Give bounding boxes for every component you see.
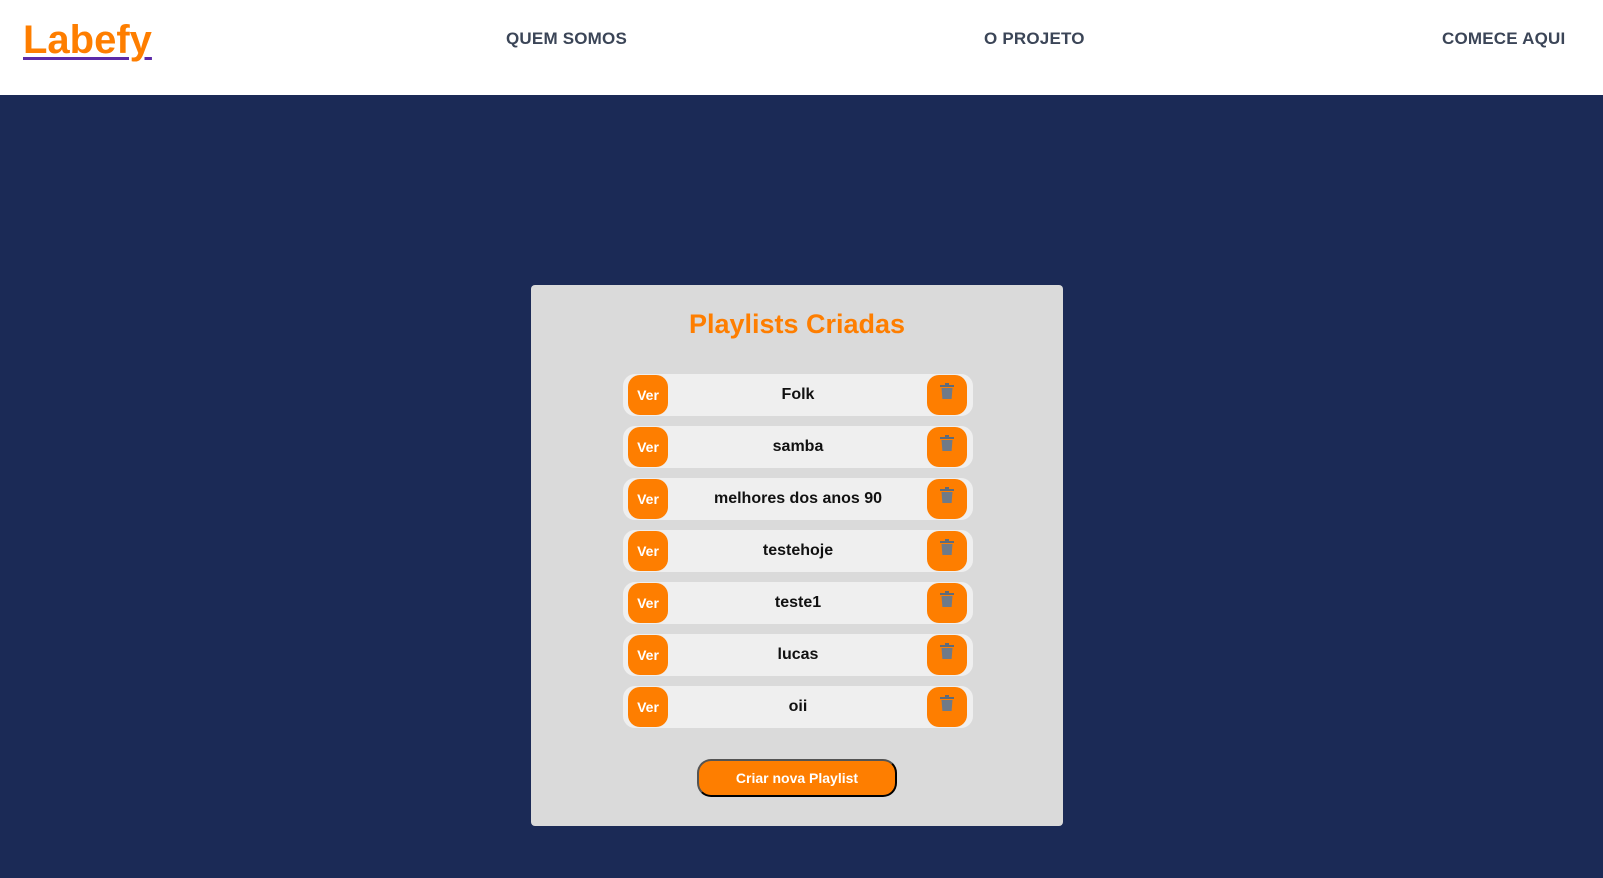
playlist-name: samba bbox=[772, 438, 824, 455]
create-playlist-button[interactable]: Criar nova Playlist bbox=[697, 759, 897, 797]
delete-playlist-button[interactable] bbox=[927, 479, 967, 519]
playlists-card: Playlists Criadas Ver Folk Ver samba Ver… bbox=[531, 285, 1063, 826]
logo-link[interactable]: Labefy bbox=[23, 16, 152, 64]
view-playlist-button[interactable]: Ver bbox=[628, 479, 668, 519]
nav-quem-somos[interactable]: QUEM SOMOS bbox=[506, 28, 627, 50]
nav-o-projeto[interactable]: O PROJETO bbox=[984, 28, 1085, 50]
view-playlist-button[interactable]: Ver bbox=[628, 375, 668, 415]
playlist-row: Ver Folk bbox=[623, 374, 973, 416]
card-title: Playlists Criadas bbox=[688, 309, 906, 339]
view-playlist-button[interactable]: Ver bbox=[628, 635, 668, 675]
delete-playlist-button[interactable] bbox=[927, 375, 967, 415]
delete-playlist-button[interactable] bbox=[927, 531, 967, 571]
delete-playlist-button[interactable] bbox=[927, 687, 967, 727]
playlist-row: Ver teste1 bbox=[623, 582, 973, 624]
trash-icon bbox=[940, 487, 954, 503]
trash-icon bbox=[940, 695, 954, 711]
playlist-row: Ver testehoje bbox=[623, 530, 973, 572]
trash-icon bbox=[940, 383, 954, 399]
playlist-name: melhores dos anos 90 bbox=[713, 490, 883, 507]
playlist-list: Ver Folk Ver samba Ver melhores dos anos… bbox=[623, 374, 973, 738]
playlist-row: Ver samba bbox=[623, 426, 973, 468]
view-playlist-button[interactable]: Ver bbox=[628, 531, 668, 571]
playlist-name: oii bbox=[788, 698, 808, 715]
nav-comece-aqui[interactable]: COMECE AQUI bbox=[1442, 28, 1565, 50]
delete-playlist-button[interactable] bbox=[927, 635, 967, 675]
playlist-row: Ver lucas bbox=[623, 634, 973, 676]
delete-playlist-button[interactable] bbox=[927, 583, 967, 623]
site-header: Labefy QUEM SOMOS O PROJETO COMECE AQUI bbox=[0, 0, 1603, 95]
delete-playlist-button[interactable] bbox=[927, 427, 967, 467]
view-playlist-button[interactable]: Ver bbox=[628, 687, 668, 727]
playlist-name: testehoje bbox=[762, 542, 834, 559]
view-playlist-button[interactable]: Ver bbox=[628, 427, 668, 467]
playlist-row: Ver melhores dos anos 90 bbox=[623, 478, 973, 520]
playlist-name: teste1 bbox=[774, 594, 822, 611]
playlist-name: Folk bbox=[781, 386, 815, 403]
trash-icon bbox=[940, 539, 954, 555]
playlist-row: Ver oii bbox=[623, 686, 973, 728]
trash-icon bbox=[940, 643, 954, 659]
trash-icon bbox=[940, 591, 954, 607]
view-playlist-button[interactable]: Ver bbox=[628, 583, 668, 623]
playlist-name: lucas bbox=[777, 646, 819, 663]
trash-icon bbox=[940, 435, 954, 451]
